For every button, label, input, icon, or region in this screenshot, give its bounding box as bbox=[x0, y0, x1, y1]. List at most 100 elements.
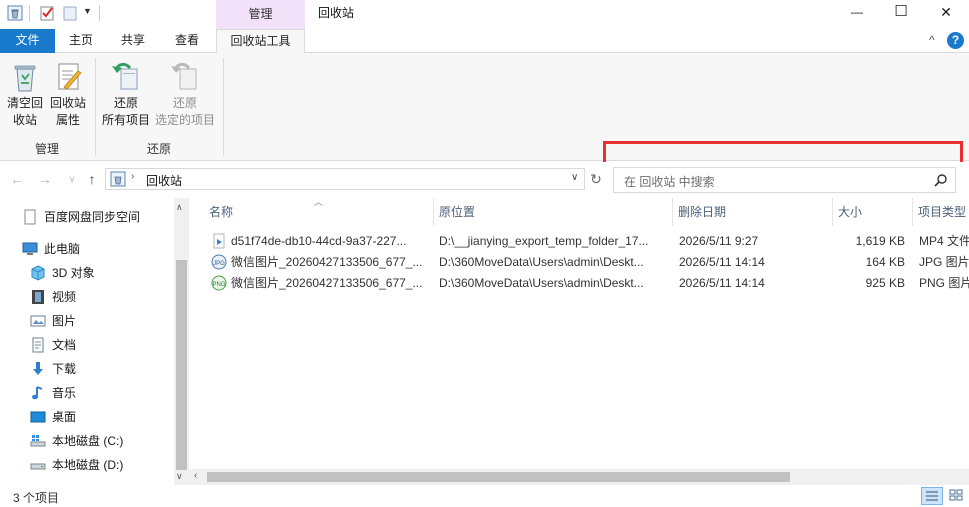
up-arrow-icon[interactable]: ↑ bbox=[83, 170, 101, 188]
status-bar: 3 个项目 bbox=[0, 485, 969, 507]
jpg-file-icon: JPG bbox=[211, 254, 227, 273]
column-header-date-deleted[interactable]: 删除日期 bbox=[672, 198, 832, 226]
forward-arrow-icon[interactable]: → bbox=[36, 170, 54, 188]
properties-label-line2: 属性 bbox=[55, 113, 80, 127]
properties-label-line1: 回收站 bbox=[49, 96, 86, 110]
properties-check-icon[interactable] bbox=[39, 5, 55, 21]
file-name: 微信图片_20260427133506_677_... bbox=[231, 276, 423, 290]
column-header-name[interactable]: 名称 bbox=[203, 198, 433, 226]
desktop-icon bbox=[30, 409, 46, 425]
details-view-icon[interactable] bbox=[921, 487, 943, 505]
new-folder-icon[interactable] bbox=[62, 5, 78, 21]
column-header-original-location[interactable]: 原位置 bbox=[433, 198, 672, 226]
computer-icon bbox=[22, 241, 38, 257]
nav-item-label: 桌面 bbox=[52, 410, 77, 424]
picture-icon bbox=[30, 313, 46, 329]
empty-bin-icon bbox=[9, 59, 41, 95]
restore-all-icon bbox=[110, 59, 142, 95]
back-arrow-icon[interactable]: ← bbox=[8, 170, 26, 188]
tab-view[interactable]: 查看 bbox=[163, 29, 211, 53]
nav-item-label: 图片 bbox=[52, 314, 77, 328]
restore-selected-label-line2: 选定的项目 bbox=[154, 113, 215, 127]
scroll-thumb[interactable] bbox=[176, 260, 187, 470]
file-date-deleted: 2026/5/11 9:27 bbox=[679, 234, 759, 248]
file-list-horizontal-scrollbar[interactable]: ‹ bbox=[189, 469, 969, 485]
address-bar[interactable]: › 回收站 ∨ bbox=[105, 168, 585, 190]
recent-locations-chevron-icon[interactable]: ∨ bbox=[63, 170, 81, 188]
empty-bin-label-line2: 收站 bbox=[12, 113, 37, 127]
search-icon[interactable] bbox=[934, 173, 948, 190]
table-row[interactable]: JPG 微信图片_20260427133506_677_... D:\360Mo… bbox=[209, 252, 969, 273]
nav-item-label: 本地磁盘 (C:) bbox=[52, 434, 124, 448]
scroll-up-icon[interactable]: ∧ bbox=[176, 202, 183, 213]
svg-text:JPG: JPG bbox=[213, 261, 225, 267]
document-icon bbox=[22, 209, 38, 225]
scroll-left-icon[interactable]: ‹ bbox=[194, 470, 197, 481]
png-file-icon: PNG bbox=[211, 275, 227, 294]
address-dropdown-icon[interactable]: ∨ bbox=[571, 172, 578, 183]
ribbon-group-separator bbox=[95, 58, 96, 156]
column-header-size[interactable]: 大小 bbox=[832, 198, 912, 226]
collapse-ribbon-icon[interactable]: ^ bbox=[929, 33, 935, 47]
context-tab-manage-header[interactable]: 管理 bbox=[216, 0, 305, 29]
video-file-icon bbox=[211, 233, 227, 252]
help-icon[interactable]: ? bbox=[947, 32, 964, 49]
large-icons-view-icon[interactable] bbox=[946, 487, 968, 505]
file-size: 164 KB bbox=[865, 255, 905, 269]
restore-selected-button[interactable]: 还原 选定的项目 bbox=[153, 59, 217, 129]
table-row[interactable]: d51f74de-db10-44cd-9a37-227... D:\__jian… bbox=[209, 231, 969, 252]
recycle-bin-properties-button[interactable]: 回收站 属性 bbox=[47, 59, 89, 129]
restore-all-button[interactable]: 还原 所有项目 bbox=[99, 59, 153, 129]
empty-bin-label-line1: 清空回 bbox=[6, 96, 43, 110]
quick-access-dropdown-icon[interactable]: ▼ bbox=[83, 6, 92, 16]
manage-group-label: 管理 bbox=[34, 142, 59, 156]
file-date-deleted: 2026/5/11 14:14 bbox=[679, 255, 765, 269]
address-row: ← → ∨ ↑ › 回收站 ∨ ↻ 在 回收站 中搜索 bbox=[0, 162, 969, 198]
quick-access-separator bbox=[29, 5, 30, 21]
ribbon-group-separator bbox=[223, 58, 224, 156]
file-type: MP4 文件 bbox=[919, 234, 969, 248]
search-box[interactable]: 在 回收站 中搜索 bbox=[613, 167, 956, 193]
minimize-button[interactable]: — bbox=[834, 0, 880, 26]
scroll-down-icon[interactable]: ∨ bbox=[176, 471, 183, 482]
path-separator-icon[interactable]: › bbox=[131, 171, 134, 182]
search-input[interactable]: 在 回收站 中搜索 bbox=[624, 173, 715, 190]
close-button[interactable]: ✕ bbox=[923, 0, 969, 26]
tab-file[interactable]: 文件 bbox=[0, 29, 55, 53]
film-icon bbox=[30, 289, 46, 305]
quick-access-separator bbox=[99, 5, 100, 21]
file-type: PNG 图片文件 bbox=[919, 276, 969, 290]
scroll-thumb[interactable] bbox=[207, 472, 790, 482]
nav-item-label: 3D 对象 bbox=[52, 266, 95, 280]
refresh-icon[interactable]: ↻ bbox=[587, 170, 605, 188]
tab-home[interactable]: 主页 bbox=[57, 29, 105, 53]
document-icon bbox=[30, 337, 46, 353]
navigation-pane: 百度网盘同步空间 此电脑 3D 对象 视频 图片 文档 下载 音乐 桌面 本地磁… bbox=[0, 198, 189, 485]
nav-pane-scrollbar[interactable]: ∧ ∨ bbox=[174, 198, 189, 485]
file-list: ︿ 名称 原位置 删除日期 大小 项目类型 d51f74de-db10-44cd… bbox=[189, 197, 969, 469]
file-original-location: D:\__jianying_export_temp_folder_17... bbox=[439, 234, 649, 248]
properties-icon bbox=[52, 59, 84, 95]
restore-selected-icon bbox=[169, 59, 201, 95]
recycle-bin-window-icon[interactable] bbox=[7, 5, 23, 21]
windows-drive-icon bbox=[30, 433, 46, 449]
table-row[interactable]: PNG 微信图片_20260427133506_677_... D:\360Mo… bbox=[209, 273, 969, 294]
file-size: 1,619 KB bbox=[855, 234, 905, 248]
restore-all-label-line2: 所有项目 bbox=[101, 113, 150, 127]
column-header-type[interactable]: 项目类型 bbox=[912, 198, 969, 226]
file-name: 微信图片_20260427133506_677_... bbox=[231, 255, 423, 269]
maximize-button[interactable]: ☐ bbox=[878, 0, 924, 26]
tab-share[interactable]: 共享 bbox=[109, 29, 157, 53]
tab-recycle-bin-tools[interactable]: 回收站工具 bbox=[216, 29, 305, 54]
title-bar: ▼ 管理 回收站 — ☐ ✕ bbox=[0, 0, 969, 29]
music-icon bbox=[30, 385, 46, 401]
file-name: d51f74de-db10-44cd-9a37-227... bbox=[231, 234, 407, 248]
empty-recycle-bin-button[interactable]: 清空回 收站 bbox=[4, 59, 46, 129]
download-icon bbox=[30, 361, 46, 377]
nav-item-label: 文档 bbox=[52, 338, 77, 352]
address-path-text[interactable]: 回收站 bbox=[146, 172, 182, 189]
recycle-bin-location-icon bbox=[110, 171, 126, 190]
restore-group-label: 还原 bbox=[146, 142, 171, 156]
drive-icon bbox=[30, 457, 46, 473]
nav-item-label: 音乐 bbox=[52, 386, 77, 400]
